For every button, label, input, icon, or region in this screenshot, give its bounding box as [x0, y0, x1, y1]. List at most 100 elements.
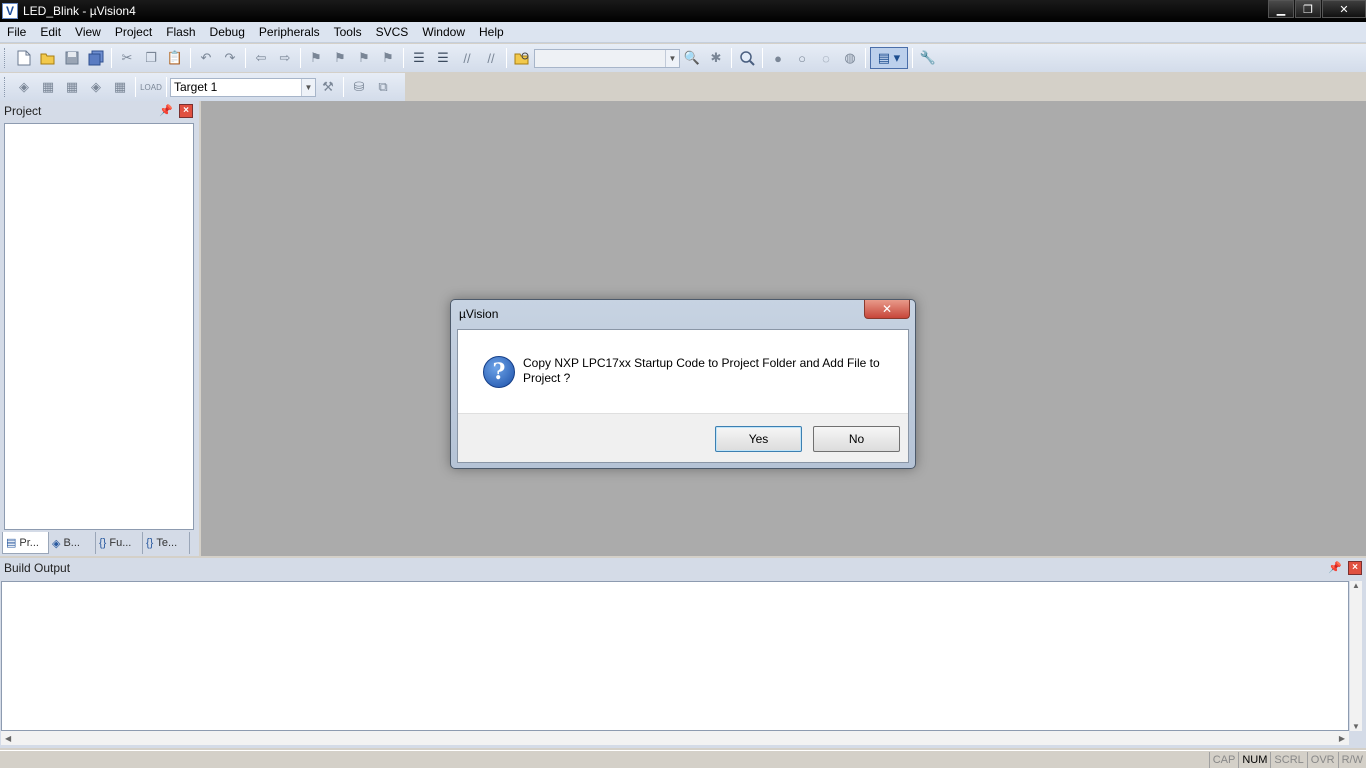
dialog-close-button[interactable]: ✕ [864, 300, 910, 319]
build-output-text[interactable] [1, 581, 1349, 731]
uvision-app-icon[interactable]: V [2, 3, 18, 19]
find-combo[interactable]: ▼ [534, 48, 680, 68]
menu-peripherals[interactable]: Peripherals [252, 22, 327, 43]
close-build-output-icon[interactable]: × [1348, 561, 1362, 575]
window-layout-icon[interactable]: ▤ ▾ [870, 47, 908, 69]
scroll-left-icon[interactable]: ◀ [5, 734, 11, 743]
stop-build-icon[interactable]: ▦ [109, 76, 131, 98]
horizontal-scrollbar[interactable]: ◀ ▶ [1, 731, 1349, 745]
translate-icon[interactable]: ◈ [13, 76, 35, 98]
status-bar: CAP NUM SCRL OVR R/W [0, 750, 1366, 768]
file-extensions-icon[interactable]: ⛁ [348, 76, 370, 98]
scroll-up-icon[interactable]: ▲ [1352, 581, 1360, 590]
tab-templates[interactable]: {} Te... [143, 532, 190, 554]
redo-icon[interactable]: ↷ [219, 47, 241, 69]
find-icon[interactable]: 🔍 [681, 47, 703, 69]
comment-icon[interactable]: // [456, 47, 478, 69]
tab-books[interactable]: ◈ B... [49, 532, 96, 554]
find-in-files-icon[interactable] [511, 47, 533, 69]
question-icon: ? [483, 356, 515, 388]
status-scrl: SCRL [1270, 751, 1306, 768]
save-all-icon[interactable] [85, 47, 107, 69]
status-cap: CAP [1208, 751, 1239, 768]
toolbar-separator [731, 48, 732, 68]
message-dialog: µVision ✕ ? Copy NXP LPC17xx Startup Cod… [450, 299, 916, 469]
pin-icon[interactable]: 📌 [159, 104, 173, 117]
menu-window[interactable]: Window [415, 22, 472, 43]
undo-icon[interactable]: ↶ [195, 47, 217, 69]
configure-wrench-icon[interactable]: 🔧 [917, 47, 939, 69]
indent-icon[interactable]: ☰ [408, 47, 430, 69]
vertical-scrollbar[interactable]: ▲ ▼ [1350, 581, 1362, 731]
close-project-pane-icon[interactable]: × [179, 104, 193, 118]
minimize-button[interactable]: ▁ [1268, 0, 1294, 18]
target-select[interactable]: Target 1 ▼ [170, 77, 316, 97]
no-button[interactable]: No [813, 426, 900, 452]
breakpoint-icon[interactable]: ● [767, 47, 789, 69]
toolbar-separator [403, 48, 404, 68]
previous-bookmark-icon[interactable]: ⚑ [329, 47, 351, 69]
copy-icon[interactable]: ❐ [140, 47, 162, 69]
menu-help[interactable]: Help [472, 22, 511, 43]
functions-icon: {} [99, 537, 107, 549]
new-file-icon[interactable] [13, 47, 35, 69]
navigate-back-icon[interactable]: ⇦ [250, 47, 272, 69]
project-pane-title: Project [4, 104, 42, 118]
chevron-down-icon[interactable]: ▼ [665, 49, 679, 67]
project-tree[interactable] [4, 123, 194, 530]
build-icon[interactable]: ▦ [37, 76, 59, 98]
chevron-down-icon[interactable]: ▼ [301, 78, 315, 96]
menu-edit[interactable]: Edit [33, 22, 68, 43]
paste-icon[interactable]: 📋 [164, 47, 186, 69]
scroll-right-icon[interactable]: ▶ [1339, 734, 1345, 743]
save-icon[interactable] [61, 47, 83, 69]
unindent-icon[interactable]: ☰ [432, 47, 454, 69]
toolbar-grip[interactable] [4, 77, 8, 97]
toolbar-separator [762, 48, 763, 68]
menu-tools[interactable]: Tools [327, 22, 369, 43]
title-bar: V LED_Blink - µVision4 ▁ ❐ ✕ [0, 0, 1366, 22]
disable-breakpoints-icon[interactable]: ◌ [815, 47, 837, 69]
open-file-icon[interactable] [37, 47, 59, 69]
window-title: LED_Blink - µVision4 [23, 4, 136, 18]
target-options-icon[interactable]: ⚒ [317, 76, 339, 98]
tab-books-label: B... [63, 537, 80, 549]
pin-icon[interactable]: 📌 [1328, 561, 1342, 574]
navigate-forward-icon[interactable]: ⇨ [274, 47, 296, 69]
restore-button[interactable]: ❐ [1295, 0, 1321, 18]
toolbar-separator [343, 77, 344, 97]
batch-build-icon[interactable]: ◈ [85, 76, 107, 98]
target-select-value: Target 1 [174, 80, 218, 94]
window-controls: ▁ ❐ ✕ [1267, 0, 1366, 18]
menu-project[interactable]: Project [108, 22, 159, 43]
tab-project[interactable]: ▤ Pr... [2, 532, 49, 554]
close-window-button[interactable]: ✕ [1322, 0, 1366, 18]
toolbar-grip[interactable] [4, 48, 8, 68]
cut-icon[interactable]: ✂ [116, 47, 138, 69]
manage-multi-project-icon[interactable]: ⧉ [372, 76, 394, 98]
menu-file[interactable]: File [0, 22, 33, 43]
yes-button[interactable]: Yes [715, 426, 802, 452]
uncomment-icon[interactable]: // [480, 47, 502, 69]
menu-bar: File Edit View Project Flash Debug Perip… [0, 22, 1366, 43]
next-bookmark-icon[interactable]: ⚑ [353, 47, 375, 69]
start-debug-icon[interactable] [736, 47, 758, 69]
clear-bookmarks-icon[interactable]: ⚑ [377, 47, 399, 69]
status-num: NUM [1238, 751, 1270, 768]
toolbar-separator [865, 48, 866, 68]
menu-view[interactable]: View [68, 22, 108, 43]
menu-flash[interactable]: Flash [159, 22, 202, 43]
download-load-icon[interactable]: LOAD [140, 76, 162, 98]
kill-breakpoints-icon[interactable]: ◍ [839, 47, 861, 69]
toolbar-separator [190, 48, 191, 68]
menu-debug[interactable]: Debug [203, 22, 252, 43]
toolbar-separator [300, 48, 301, 68]
tab-functions[interactable]: {} Fu... [96, 532, 143, 554]
enable-breakpoint-icon[interactable]: ○ [791, 47, 813, 69]
tab-project-label: Pr... [19, 536, 39, 549]
menu-svcs[interactable]: SVCS [369, 22, 416, 43]
insert-bookmark-icon[interactable]: ⚑ [305, 47, 327, 69]
incremental-find-icon[interactable]: ✱ [705, 47, 727, 69]
rebuild-icon[interactable]: ▦ [61, 76, 83, 98]
scroll-down-icon[interactable]: ▼ [1352, 722, 1360, 731]
